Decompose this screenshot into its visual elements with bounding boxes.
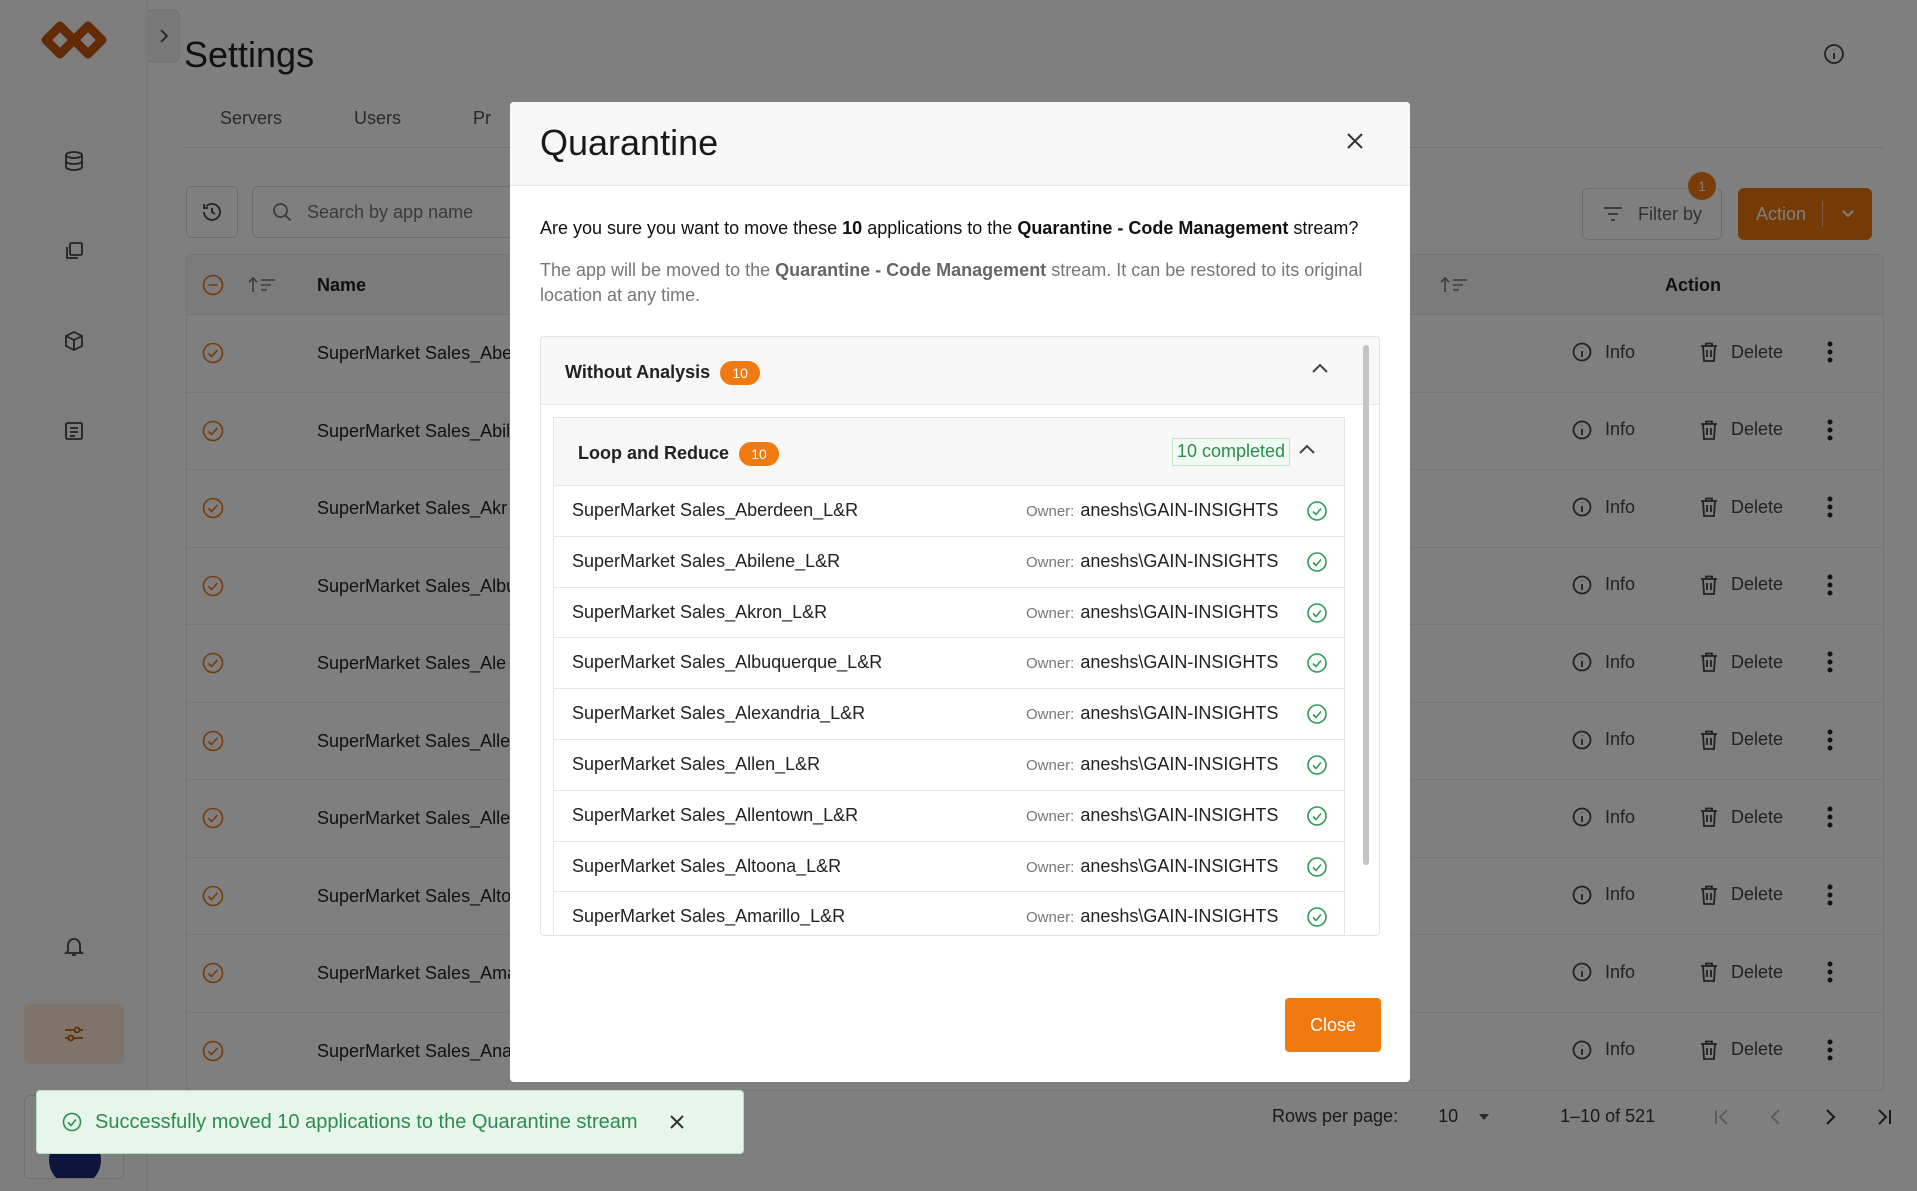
list-item: SuperMarket Sales_Aberdeen_L&R Owner: anes… [554,486,1344,537]
toast-message: Successfully moved 10 applications to th… [95,1110,638,1133]
count-badge: 10 [720,361,761,385]
owner-label: Owner: [1026,909,1075,927]
owner-label: Owner: [1026,807,1075,825]
owner-label: Owner: [1026,655,1075,673]
check-circle-icon [1306,906,1328,933]
owner-label: Owner: [1026,553,1075,571]
group-title: Without Analysis [565,362,711,382]
owner-info: Owner: aneshs\GAIN-INSIGHTS [1026,551,1278,572]
close-icon[interactable] [668,1113,686,1131]
item-app-name: SuperMarket Sales_Allentown_L&R [572,804,859,825]
owner-value: aneshs\GAIN-INSIGHTS [1080,550,1279,571]
confirm-message: Are you sure you want to move these 10 a… [540,218,1358,239]
item-app-name: SuperMarket Sales_Abilene_L&R [572,550,841,571]
confirm-suffix: stream? [1288,218,1359,238]
close-button[interactable]: Close [1285,998,1381,1052]
owner-label: Owner: [1026,706,1075,724]
owner-value: aneshs\GAIN-INSIGHTS [1080,601,1279,622]
item-app-name: SuperMarket Sales_Allen_L&R [572,753,821,774]
stream-name: Quarantine - Code Management [1017,218,1289,238]
success-toast: Successfully moved 10 applications to th… [36,1090,744,1154]
restore-note: The app will be moved to the Quarantine … [540,258,1380,308]
owner-info: Owner: aneshs\GAIN-INSIGHTS [1026,906,1278,927]
owner-value: aneshs\GAIN-INSIGHTS [1080,753,1279,774]
confirm-prefix: Are you sure you want to move these [540,218,843,238]
owner-info: Owner: aneshs\GAIN-INSIGHTS [1026,652,1278,673]
without-analysis-accordion: Without Analysis 10 Loop and Reduce 10 10 … [540,336,1380,936]
item-app-name: SuperMarket Sales_Aberdeen_L&R [572,500,859,520]
completed-status-badge: 10 completed [1172,438,1291,466]
check-circle-icon [1306,805,1328,832]
confirm-mid: applications to the [862,218,1018,238]
dialog-header: Quarantine [510,102,1410,186]
chevron-up-icon[interactable] [1298,442,1316,460]
list-item: SuperMarket Sales_Alexandria_L&R Owner: an… [554,689,1344,740]
owner-info: Owner: aneshs\GAIN-INSIGHTS [1026,754,1278,775]
scrollbar[interactable] [1363,345,1369,865]
item-app-name: SuperMarket Sales_Alexandria_L&R [572,703,866,724]
owner-info: Owner: aneshs\GAIN-INSIGHTS [1026,703,1278,724]
owner-label: Owner: [1026,503,1075,520]
owner-value: aneshs\GAIN-INSIGHTS [1080,652,1279,673]
item-app-name: SuperMarket Sales_Amarillo_L&R [572,906,846,927]
subgroup-header[interactable]: Loop and Reduce 10 10 completed [554,418,1344,486]
note-prefix: The app will be moved to the [540,260,776,280]
confirm-count: 10 [842,218,863,238]
check-circle-icon [62,1112,82,1132]
item-app-name: SuperMarket Sales_Altoona_L&R [572,855,842,876]
owner-value: aneshs\GAIN-INSIGHTS [1080,500,1279,520]
dialog-title: Quarantine [540,122,719,163]
owner-label: Owner: [1026,604,1075,622]
check-circle-icon [1306,602,1328,629]
loop-and-reduce-group: Loop and Reduce 10 10 completed SuperMark… [553,417,1345,935]
owner-label: Owner: [1026,858,1075,876]
subgroup-title: Loop and Reduce 10 [578,442,780,466]
list-item: SuperMarket Sales_Akron_L&R Owner: aneshs\… [554,588,1344,639]
check-circle-icon [1306,703,1328,730]
chevron-up-icon[interactable] [1311,361,1329,379]
owner-value: aneshs\GAIN-INSIGHTS [1080,855,1279,876]
list-item: SuperMarket Sales_Albuquerque_L&R Owner: a… [554,638,1344,690]
item-app-name: SuperMarket Sales_Akron_L&R [572,601,828,622]
list-item: SuperMarket Sales_Allentown_L&R Owner: ane… [554,791,1344,842]
owner-info: Owner: aneshs\GAIN-INSIGHTS [1026,805,1278,826]
owner-value: aneshs\GAIN-INSIGHTS [1080,906,1279,927]
list-item: SuperMarket Sales_Amarillo_L&R Owner: anes… [554,892,1344,935]
list-item: SuperMarket Sales_Allen_L&R Owner: aneshs\… [554,740,1344,791]
check-circle-icon [1306,856,1328,883]
check-circle-icon [1306,551,1328,578]
accordion-title: Without Analysis 10 [565,361,761,385]
owner-info: Owner: aneshs\GAIN-INSIGHTS [1026,500,1278,521]
close-icon[interactable] [1344,130,1366,157]
item-app-name: SuperMarket Sales_Albuquerque_L&R [572,652,883,673]
list-item: SuperMarket Sales_Altoona_L&R Owner: anesh… [554,842,1344,893]
check-circle-icon [1306,754,1328,781]
stream-name: Quarantine - Code Management [775,260,1047,280]
check-circle-icon [1306,500,1328,527]
owner-label: Owner: [1026,756,1075,774]
count-badge: 10 [739,442,780,466]
quarantine-dialog: Quarantine Are you sure you want to move… [510,102,1410,1082]
application-list: SuperMarket Sales_Aberdeen_L&R Owner: anes… [554,486,1344,935]
owner-value: aneshs\GAIN-INSIGHTS [1080,703,1279,724]
owner-info: Owner: aneshs\GAIN-INSIGHTS [1026,856,1278,877]
accordion-header[interactable]: Without Analysis 10 [541,337,1379,405]
check-circle-icon [1306,652,1328,679]
list-item: SuperMarket Sales_Abilene_L&R Owner: anesh… [554,537,1344,588]
owner-value: aneshs\GAIN-INSIGHTS [1080,804,1279,825]
subgroup-title-text: Loop and Reduce [578,443,730,463]
owner-info: Owner: aneshs\GAIN-INSIGHTS [1026,602,1278,623]
